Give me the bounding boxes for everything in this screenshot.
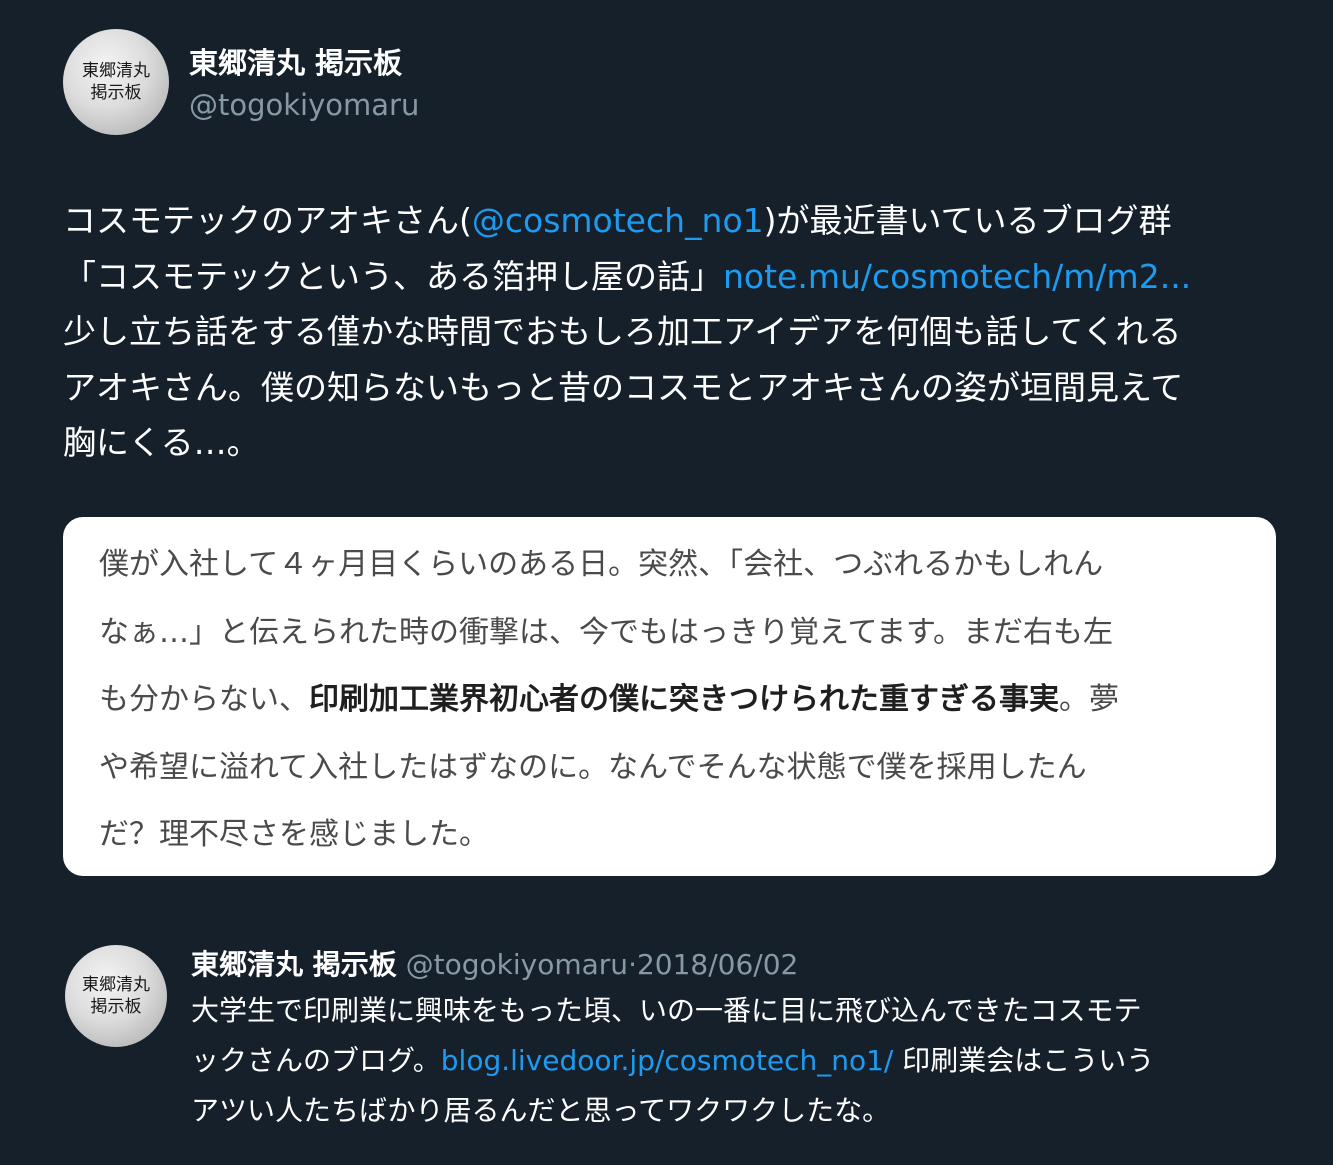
card-text: 僕が入社して４ヶ月目くらいのある日。突然、「会社、つぶれるかもしれん なぁ…」と…: [99, 531, 1259, 869]
author-avatar[interactable]: 東郷清丸 掲示板: [63, 29, 169, 135]
card-text-line: も分からない、印刷加工業界初心者の僕に突きつけられた重すぎる事実。夢: [99, 666, 1259, 734]
tweet-text-line: アオキさん。僕の知らないもっと昔のコスモとアオキさんの姿が垣間見えて: [63, 367, 1184, 407]
avatar-text-line: 東郷清丸: [82, 975, 150, 995]
tweet-text-line: 胸にくる…。: [63, 423, 260, 462]
card-text-line: 僕が入社して４ヶ月目くらいのある日。突然、「会社、つぶれるかもしれん: [99, 547, 1104, 582]
quoted-display-name[interactable]: 東郷清丸 掲示板: [191, 948, 397, 981]
avatar-text-line: 掲示板: [90, 83, 142, 103]
author-display-name[interactable]: 東郷清丸 掲示板: [189, 40, 402, 82]
text-segment: ックさんのブログ。: [191, 1044, 441, 1077]
separator-dot: ·: [628, 948, 637, 981]
quoted-date[interactable]: 2018/06/02: [637, 948, 798, 981]
url-link[interactable]: note.mu/cosmotech/m/m2...: [723, 257, 1191, 296]
url-link[interactable]: blog.livedoor.jp/cosmotech_no1/: [441, 1044, 894, 1077]
card-text-line: だ？理不尽さを感じました。: [99, 817, 489, 852]
avatar-text-line: 掲示板: [90, 997, 142, 1017]
card-text-line: や希望に溢れて入社したはずなのに。なんでそんな状態で僕を採用したん: [99, 749, 1087, 785]
text-segment: コスモテックのアオキさん(: [63, 201, 472, 240]
avatar-text-line: 東郷清丸: [82, 61, 150, 81]
quoted-author-avatar[interactable]: 東郷清丸 掲示板: [65, 945, 167, 1047]
tweet-text-line: コスモテックのアオキさん(@cosmotech_no1)が最近書いているブログ群: [63, 193, 1303, 249]
author-handle[interactable]: @togokiyomaru: [189, 88, 419, 122]
attached-image-card[interactable]: 僕が入社して４ヶ月目くらいのある日。突然、「会社、つぶれるかもしれん なぁ…」と…: [63, 517, 1276, 876]
text-segment: 「コスモテックという、ある箔押し屋の話」: [63, 256, 723, 296]
quoted-text-line: ックさんのブログ。blog.livedoor.jp/cosmotech_no1/…: [191, 1036, 1291, 1086]
text-segment: も分からない、: [99, 682, 309, 717]
text-segment: 印刷業会はこういう: [893, 1044, 1155, 1077]
tweet-text-line: 少し立ち話をする僅かな時間でおもしろ加工アイデアを何個も話してくれる: [63, 312, 1182, 351]
tweet-text: コスモテックのアオキさん(@cosmotech_no1)が最近書いているブログ群…: [63, 193, 1303, 471]
bold-text-segment: 印刷加工業界初心者の僕に突きつけられた重すぎる事実: [309, 682, 1059, 717]
quoted-handle[interactable]: @togokiyomaru: [406, 948, 628, 981]
quoted-tweet-text: 大学生で印刷業に興味をもった頃、いの一番に目に飛び込んできたコスモテ ックさんの…: [191, 986, 1291, 1136]
text-segment: )が最近書いているブログ群: [763, 201, 1172, 240]
quoted-text-line: アツい人たちばかり居るんだと思ってワクワクしたな。: [191, 1094, 891, 1127]
quoted-tweet-header: 東郷清丸 掲示板 @togokiyomaru·2018/06/02: [191, 943, 798, 983]
card-text-line: なぁ…」と伝えられた時の衝撃は、今でもはっきり覚えてます。まだ右も左: [99, 614, 1113, 650]
tweet-text-line: 「コスモテックという、ある箔押し屋の話」note.mu/cosmotech/m/…: [63, 249, 1303, 305]
mention-link[interactable]: @cosmotech_no1: [472, 201, 764, 240]
text-segment: 。夢: [1059, 682, 1119, 717]
quoted-text-line: 大学生で印刷業に興味をもった頃、いの一番に目に飛び込んできたコスモテ: [191, 994, 1142, 1027]
